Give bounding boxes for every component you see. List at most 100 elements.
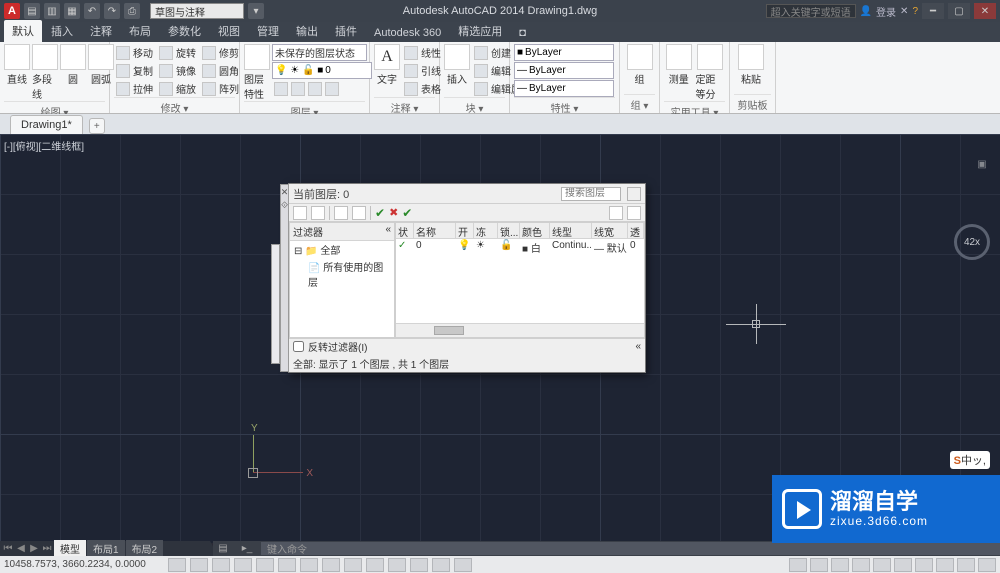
dialog-grip[interactable]: ✕⟐ (280, 184, 289, 372)
cleanscreen-icon[interactable] (978, 558, 996, 572)
signin-icon[interactable]: 👤 (860, 6, 872, 17)
qat-print-icon[interactable]: ⎙ (124, 3, 140, 19)
mlt-last-icon[interactable]: ⏭ (41, 543, 53, 554)
row-lock-icon[interactable]: 🔓 (498, 239, 520, 254)
lwt-toggle[interactable] (366, 558, 384, 572)
layout1-tab[interactable]: 布局1 (87, 540, 125, 557)
help-search[interactable]: 超入关键字或短语 (766, 4, 856, 18)
panel-clip-label[interactable]: 剪贴板 (734, 94, 771, 113)
color-combo[interactable]: ■ ByLayer (514, 44, 614, 61)
tab-insert[interactable]: 插入 (43, 20, 81, 42)
settings2-icon[interactable] (627, 206, 641, 220)
model-tab[interactable]: 模型 (54, 540, 86, 557)
invert-filter-checkbox[interactable] (293, 341, 304, 352)
col-on[interactable]: 开 (456, 223, 474, 238)
annovis-icon[interactable] (873, 558, 891, 572)
annoscale-icon[interactable] (852, 558, 870, 572)
qat-undo-icon[interactable]: ↶ (84, 3, 100, 19)
col-lweight[interactable]: 线宽 (592, 223, 628, 238)
col-ltype[interactable]: 线型 (550, 223, 592, 238)
help-icon[interactable]: ? (912, 6, 918, 17)
doc-tab-drawing1[interactable]: Drawing1* (10, 115, 83, 134)
cmd-history-icon[interactable]: ▤ (213, 543, 233, 554)
isolate-icon[interactable] (957, 558, 975, 572)
ime-badge[interactable]: S中ッ, (950, 451, 990, 469)
ducs-toggle[interactable] (322, 558, 340, 572)
measure-button[interactable]: 测量 (664, 44, 694, 86)
filter-used[interactable]: 📄 所有使用的图层 (290, 258, 394, 290)
close-button[interactable]: ✕ (974, 3, 996, 19)
tab-output[interactable]: 输出 (288, 20, 326, 42)
row-color[interactable]: ■ 白 (520, 239, 550, 254)
quickview-layouts-icon[interactable] (810, 558, 828, 572)
hw-accel-icon[interactable] (936, 558, 954, 572)
layer-columns[interactable]: 状 名称 开 冻结 锁... 颜色 线型 线宽 透明 (396, 223, 644, 239)
dialog-pin-icon[interactable]: ⟐ (281, 200, 288, 211)
3dosnap-toggle[interactable] (278, 558, 296, 572)
panel-group-label[interactable]: 组 ▾ (624, 94, 655, 113)
circle-button[interactable]: 圆 (60, 44, 86, 86)
move-button[interactable]: 移动 (114, 44, 155, 61)
dialog-close-icon[interactable]: ✕ (281, 187, 289, 198)
model-toggle[interactable] (789, 558, 807, 572)
sc-toggle[interactable] (432, 558, 450, 572)
copy-button[interactable]: 复制 (114, 62, 155, 79)
layer-row-0[interactable]: ✓ 0 💡 ☀ 🔓 ■ 白 Continu... — 默认 0 (396, 239, 644, 254)
layer-hscrollbar[interactable] (396, 323, 644, 337)
coords-readout[interactable]: 10458.7573, 3660.2234, 0.0000 (4, 559, 164, 570)
layer-search-input[interactable] (561, 187, 621, 201)
linetype-combo[interactable]: — ByLayer (514, 80, 614, 97)
ortho-toggle[interactable] (212, 558, 230, 572)
leader-button[interactable]: 引线 (402, 62, 443, 79)
col-freeze[interactable]: 冻结 (474, 223, 498, 238)
qat-save-icon[interactable]: ▦ (64, 3, 80, 19)
col-trans[interactable]: 透明 (628, 223, 644, 238)
text-button[interactable]: A文字 (374, 44, 400, 86)
scale-button[interactable]: 缩放 (157, 80, 198, 97)
col-name[interactable]: 名称 (414, 223, 456, 238)
signin-label[interactable]: 登录 (876, 4, 896, 19)
layer-tools-row[interactable] (272, 80, 372, 97)
row-name[interactable]: 0 (414, 239, 456, 254)
line-button[interactable]: 直线 (4, 44, 30, 86)
row-freeze-icon[interactable]: ☀ (474, 239, 498, 254)
qat-redo-icon[interactable]: ↷ (104, 3, 120, 19)
col-status[interactable]: 状 (396, 223, 414, 238)
delete-layer-icon[interactable]: ✖ (389, 206, 398, 219)
apply-icon[interactable]: ✔ (402, 206, 412, 220)
grid-toggle[interactable] (190, 558, 208, 572)
tab-layout[interactable]: 布局 (121, 20, 159, 42)
new-layer-vpfrozen-icon[interactable] (311, 206, 325, 220)
insert-block-button[interactable]: 插入 (444, 44, 470, 86)
table-button[interactable]: 表格 (402, 80, 443, 97)
layerprops-button[interactable]: 图层特性 (244, 44, 270, 101)
qat-new-icon[interactable]: ▤ (24, 3, 40, 19)
row-lw[interactable]: — 默认 (592, 239, 628, 254)
app-icon[interactable]: A (4, 3, 20, 19)
fillet-button[interactable]: 圆角 (200, 62, 241, 79)
osnap-toggle[interactable] (256, 558, 274, 572)
workspace-dropdown-icon[interactable]: ▾ (248, 3, 264, 19)
minimize-button[interactable]: ━ (922, 3, 944, 19)
settings-icon[interactable] (627, 187, 641, 201)
dyn-toggle[interactable] (344, 558, 362, 572)
col-color[interactable]: 颜色 (520, 223, 550, 238)
filter-tree[interactable]: 过滤器« ⊟ 📁 全部 📄 所有使用的图层 (289, 222, 395, 338)
trim-button[interactable]: 修剪 (200, 44, 241, 61)
polar-toggle[interactable] (234, 558, 252, 572)
tab-manage[interactable]: 管理 (249, 20, 287, 42)
tab-annotate[interactable]: 注释 (82, 20, 120, 42)
scrollbar-thumb[interactable] (434, 326, 464, 335)
filter-all[interactable]: ⊟ 📁 全部 (290, 241, 394, 258)
ws-switch-icon[interactable] (915, 558, 933, 572)
row-trans[interactable]: 0 (628, 239, 644, 254)
mirror-button[interactable]: 镜像 (157, 62, 198, 79)
refresh-icon[interactable] (609, 206, 623, 220)
tab-plugins[interactable]: 插件 (327, 20, 365, 42)
command-input[interactable]: 键入命令 (261, 542, 1000, 555)
tab-featured[interactable]: 精选应用 (450, 20, 510, 42)
layer-states-icon[interactable] (334, 206, 348, 220)
layout2-tab[interactable]: 布局2 (126, 540, 164, 557)
paste-button[interactable]: 粘贴 (734, 44, 768, 86)
viewport-label[interactable]: [-][俯视][二维线框] (4, 138, 84, 153)
